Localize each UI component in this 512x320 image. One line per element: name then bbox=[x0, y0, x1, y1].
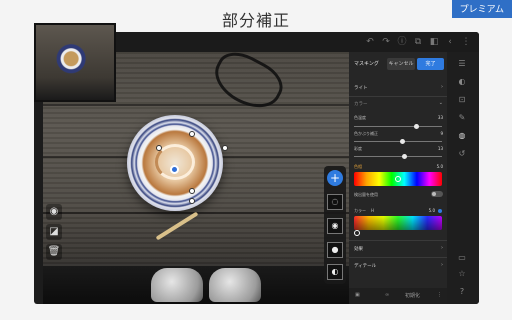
left-toolbar: ◉ ◪ 🗑 bbox=[46, 204, 62, 260]
mask-thumbnail-icon[interactable]: ◉ bbox=[327, 218, 343, 234]
done-button[interactable]: 完了 bbox=[417, 58, 444, 70]
radial-mask-icon[interactable]: ◌ bbox=[327, 194, 343, 210]
temp-slider-value: 33 bbox=[437, 115, 443, 120]
premium-badge[interactable]: プレミアム bbox=[451, 0, 512, 18]
temp-slider[interactable] bbox=[354, 124, 442, 129]
mask-handle[interactable] bbox=[189, 131, 195, 137]
mask-center-pin[interactable] bbox=[170, 165, 179, 174]
share-icon[interactable]: ‹ bbox=[444, 36, 456, 48]
chevron-right-icon[interactable]: › bbox=[441, 262, 443, 268]
color-swatch-icon bbox=[438, 209, 442, 213]
comment-icon[interactable]: ▭ bbox=[456, 252, 468, 264]
presets-icon[interactable]: ☰ bbox=[456, 58, 468, 70]
tint-slider-label: 色かぶり補正 bbox=[354, 131, 378, 136]
tint-slider-value: 9 bbox=[440, 131, 443, 136]
shoe-object bbox=[209, 268, 261, 302]
edit-icon[interactable]: ◐ bbox=[456, 76, 468, 88]
divider bbox=[349, 240, 447, 241]
info-icon[interactable]: ⓘ bbox=[396, 36, 408, 48]
slider-knob[interactable] bbox=[414, 124, 420, 129]
color-h-label: H bbox=[371, 208, 375, 213]
saturation-slider-label: 彩度 bbox=[354, 146, 362, 151]
history-icon[interactable]: ↺ bbox=[456, 148, 468, 160]
edit-panel: マスキング キャンセル 完了 ライト › カラー ⌄ 色温度 33 色かぶり補正… bbox=[349, 52, 447, 304]
selected-mask-icon[interactable]: ● bbox=[327, 242, 343, 258]
color-range-label: カラー bbox=[354, 208, 366, 213]
mask-icon[interactable]: ◍ bbox=[456, 130, 468, 142]
more-icon[interactable]: ⋮ bbox=[460, 36, 472, 48]
eraser-icon[interactable]: ◪ bbox=[46, 224, 62, 240]
detail-section-label[interactable]: ディテール bbox=[354, 263, 376, 269]
brush-size-icon[interactable]: ◉ bbox=[46, 204, 62, 220]
color-pick-ring-icon[interactable] bbox=[354, 230, 360, 236]
photo-floor-area bbox=[43, 266, 349, 304]
mask-overlay-icon[interactable]: ▣ bbox=[355, 292, 360, 298]
mask-tools-strip: + ◌ ◉ ● ◐ bbox=[324, 166, 346, 284]
more-icon[interactable]: ⋮ bbox=[437, 292, 442, 298]
shoe-object bbox=[151, 268, 203, 302]
spoon-object bbox=[155, 211, 199, 241]
saturation-slider-value: 13 bbox=[437, 146, 443, 151]
link-icon[interactable]: ∞ bbox=[385, 292, 389, 298]
mask-handle[interactable] bbox=[189, 188, 195, 194]
tint-slider[interactable] bbox=[354, 139, 442, 144]
glasses-object bbox=[206, 52, 290, 118]
saturation-slider[interactable] bbox=[354, 154, 442, 159]
copy-icon[interactable]: ⧉ bbox=[412, 36, 424, 48]
invert-mask-icon[interactable]: ◐ bbox=[327, 264, 343, 280]
star-icon[interactable]: ☆ bbox=[456, 268, 468, 280]
original-thumbnail[interactable] bbox=[34, 23, 116, 102]
chevron-right-icon[interactable]: › bbox=[441, 84, 443, 90]
panel-header: マスキング キャンセル 完了 bbox=[349, 58, 447, 72]
hue-bar[interactable] bbox=[354, 172, 442, 186]
redo-icon[interactable]: ↷ bbox=[380, 36, 392, 48]
compare-icon[interactable]: ◧ bbox=[428, 36, 440, 48]
hue-slider-label: 色相 bbox=[354, 164, 362, 169]
use-detection-toggle[interactable] bbox=[431, 191, 443, 197]
help-icon[interactable]: ? bbox=[456, 286, 468, 298]
reset-button[interactable]: 初期化 bbox=[405, 292, 420, 299]
chevron-down-icon[interactable]: ⌄ bbox=[439, 100, 443, 106]
undo-icon[interactable]: ↶ bbox=[364, 36, 376, 48]
light-section-label[interactable]: ライト bbox=[354, 85, 368, 91]
crop-icon[interactable]: ⊡ bbox=[456, 94, 468, 106]
toggle-dot bbox=[432, 192, 436, 196]
trash-icon[interactable]: 🗑 bbox=[46, 244, 62, 260]
hue-knob[interactable] bbox=[395, 176, 401, 182]
hue-slider-value: 5.0 bbox=[436, 164, 443, 169]
plank-gap bbox=[43, 104, 349, 106]
panel-title: マスキング bbox=[354, 61, 379, 67]
effect-section-label[interactable]: 効果 bbox=[354, 246, 363, 252]
panel-footer: ▣ ∞ 初期化 ⋮ bbox=[349, 288, 447, 304]
slider-knob[interactable] bbox=[400, 139, 406, 144]
chevron-right-icon[interactable]: › bbox=[441, 245, 443, 251]
mask-handle[interactable] bbox=[189, 198, 195, 204]
cancel-button[interactable]: キャンセル bbox=[387, 58, 415, 70]
color-section-label[interactable]: カラー bbox=[354, 101, 368, 107]
color-picker-field[interactable] bbox=[354, 216, 442, 230]
divider bbox=[349, 257, 447, 258]
mask-handle[interactable] bbox=[156, 145, 162, 151]
right-rail: ☰ ◐ ⊡ ✎ ◍ ↺ ▭ ☆ ? bbox=[447, 52, 479, 304]
divider bbox=[349, 96, 447, 97]
color-range-value: 5.0 bbox=[428, 208, 435, 213]
use-detection-label: 検出量を使用 bbox=[354, 192, 378, 197]
temp-slider-label: 色温度 bbox=[354, 115, 366, 120]
add-mask-button[interactable]: + bbox=[327, 170, 343, 186]
brush-icon[interactable]: ✎ bbox=[456, 112, 468, 124]
slider-knob[interactable] bbox=[402, 154, 408, 159]
mask-handle[interactable] bbox=[222, 145, 228, 151]
